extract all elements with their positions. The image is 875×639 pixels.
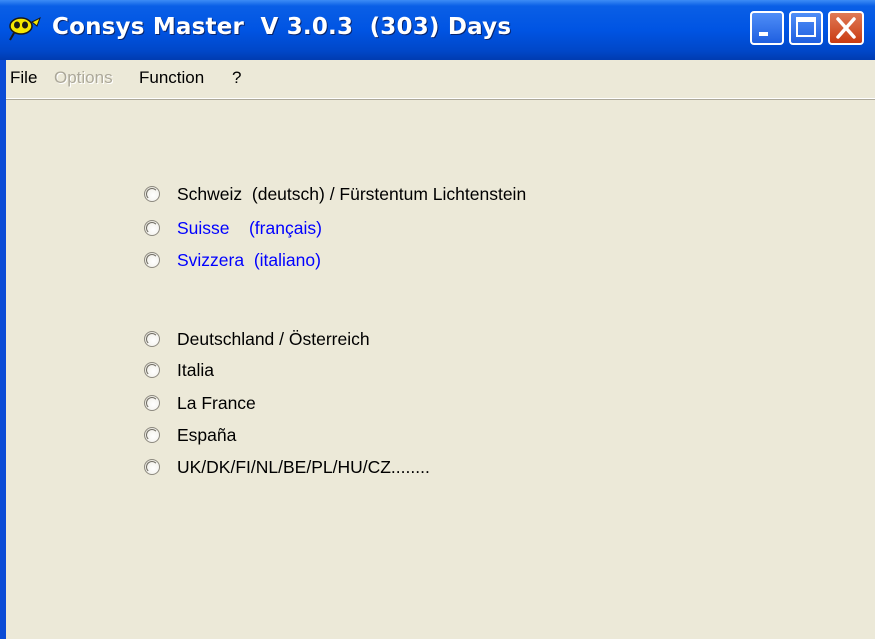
menu-file[interactable]: File xyxy=(10,68,37,88)
radio-option-italia[interactable]: Italia xyxy=(144,356,214,384)
app-window: Consys Master V 3.0.3 (303) Days File Op… xyxy=(0,0,875,639)
radio-button[interactable] xyxy=(144,427,160,443)
close-button[interactable] xyxy=(828,11,864,45)
radio-label: Deutschland / Österreich xyxy=(177,328,370,349)
radio-label: Suisse (français) xyxy=(177,217,322,238)
radio-option-espana[interactable]: España xyxy=(144,421,236,449)
menu-options[interactable]: Options xyxy=(54,68,113,88)
radio-button[interactable] xyxy=(144,186,160,202)
radio-label: Svizzera (italiano) xyxy=(177,249,321,270)
radio-label: La France xyxy=(177,392,256,413)
radio-option-suisse[interactable]: Suisse (français) xyxy=(144,214,322,242)
radio-label: Italia xyxy=(177,359,214,380)
radio-label: UK/DK/FI/NL/BE/PL/HU/CZ........ xyxy=(177,456,430,477)
radio-label: Schweiz (deutsch) / Fürstentum Lichtenst… xyxy=(177,183,527,204)
maximize-icon xyxy=(796,17,816,37)
title-bar[interactable]: Consys Master V 3.0.3 (303) Days xyxy=(0,0,875,60)
radio-button[interactable] xyxy=(144,395,160,411)
radio-option-svizzera[interactable]: Svizzera (italiano) xyxy=(144,246,321,274)
radio-label: España xyxy=(177,424,237,445)
minimize-button[interactable] xyxy=(750,11,784,45)
close-icon xyxy=(836,17,856,39)
radio-button[interactable] xyxy=(144,220,160,236)
radio-option-schweiz[interactable]: Schweiz (deutsch) / Fürstentum Lichtenst… xyxy=(144,180,526,208)
window-title: Consys Master V 3.0.3 (303) Days xyxy=(52,14,512,40)
radio-option-deutschland[interactable]: Deutschland / Österreich xyxy=(144,325,370,353)
menu-help[interactable]: ? xyxy=(232,68,241,88)
radio-option-international[interactable]: UK/DK/FI/NL/BE/PL/HU/CZ........ xyxy=(144,453,430,481)
menu-function[interactable]: Function xyxy=(139,68,204,88)
radio-button[interactable] xyxy=(144,252,160,268)
radio-button[interactable] xyxy=(144,331,160,347)
radio-option-france[interactable]: La France xyxy=(144,389,256,417)
minimize-icon xyxy=(759,32,768,36)
radio-button[interactable] xyxy=(144,459,160,475)
radio-button[interactable] xyxy=(144,362,160,378)
menu-bar: File Options Function ? xyxy=(6,60,875,99)
client-area: File Options Function ? Schweiz (deutsch… xyxy=(6,60,875,639)
app-logo-icon[interactable] xyxy=(4,8,48,52)
maximize-button[interactable] xyxy=(789,11,823,45)
